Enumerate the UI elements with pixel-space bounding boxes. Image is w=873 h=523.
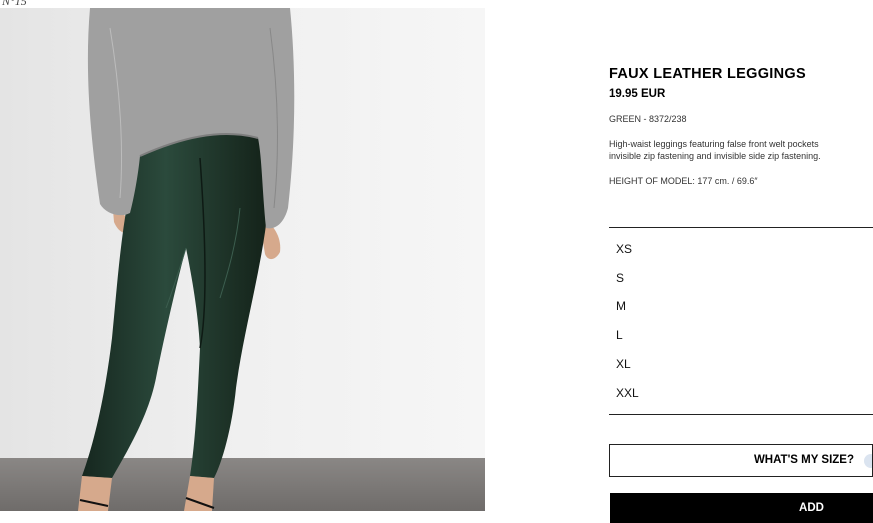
size-option-xl[interactable]: XL	[616, 357, 631, 371]
add-to-cart-button[interactable]: ADD	[610, 493, 873, 523]
size-selector: XS S M L XL XXL	[609, 227, 873, 415]
size-option-s[interactable]: S	[616, 271, 624, 285]
product-title: FAUX LEATHER LEGGINGS	[609, 66, 806, 82]
product-info: FAUX LEATHER LEGGINGS 19.95 EUR GREEN - …	[609, 66, 873, 186]
whats-my-size-label: WHAT'S MY SIZE?	[753, 454, 854, 466]
size-option-l[interactable]: L	[616, 328, 623, 342]
description-line: invisible zip fastening and invisible si…	[609, 151, 821, 161]
product-photo-illustration	[0, 8, 485, 511]
model-height: HEIGHT OF MODEL: 177 cm. / 69.6″	[609, 176, 758, 186]
description-line: High-waist leggings featuring false fron…	[609, 139, 819, 149]
whats-my-size-button[interactable]: WHAT'S MY SIZE?	[609, 444, 873, 477]
size-option-m[interactable]: M	[616, 299, 626, 313]
product-price: 19.95 EUR	[609, 88, 666, 100]
product-color-ref: GREEN - 8372/238	[609, 114, 687, 124]
size-option-xxl[interactable]: XXL	[616, 386, 639, 400]
product-description: High-waist leggings featuring false fron…	[609, 138, 873, 162]
product-image[interactable]	[0, 8, 485, 511]
size-option-xs[interactable]: XS	[616, 242, 632, 256]
size-help-icon	[864, 454, 872, 468]
